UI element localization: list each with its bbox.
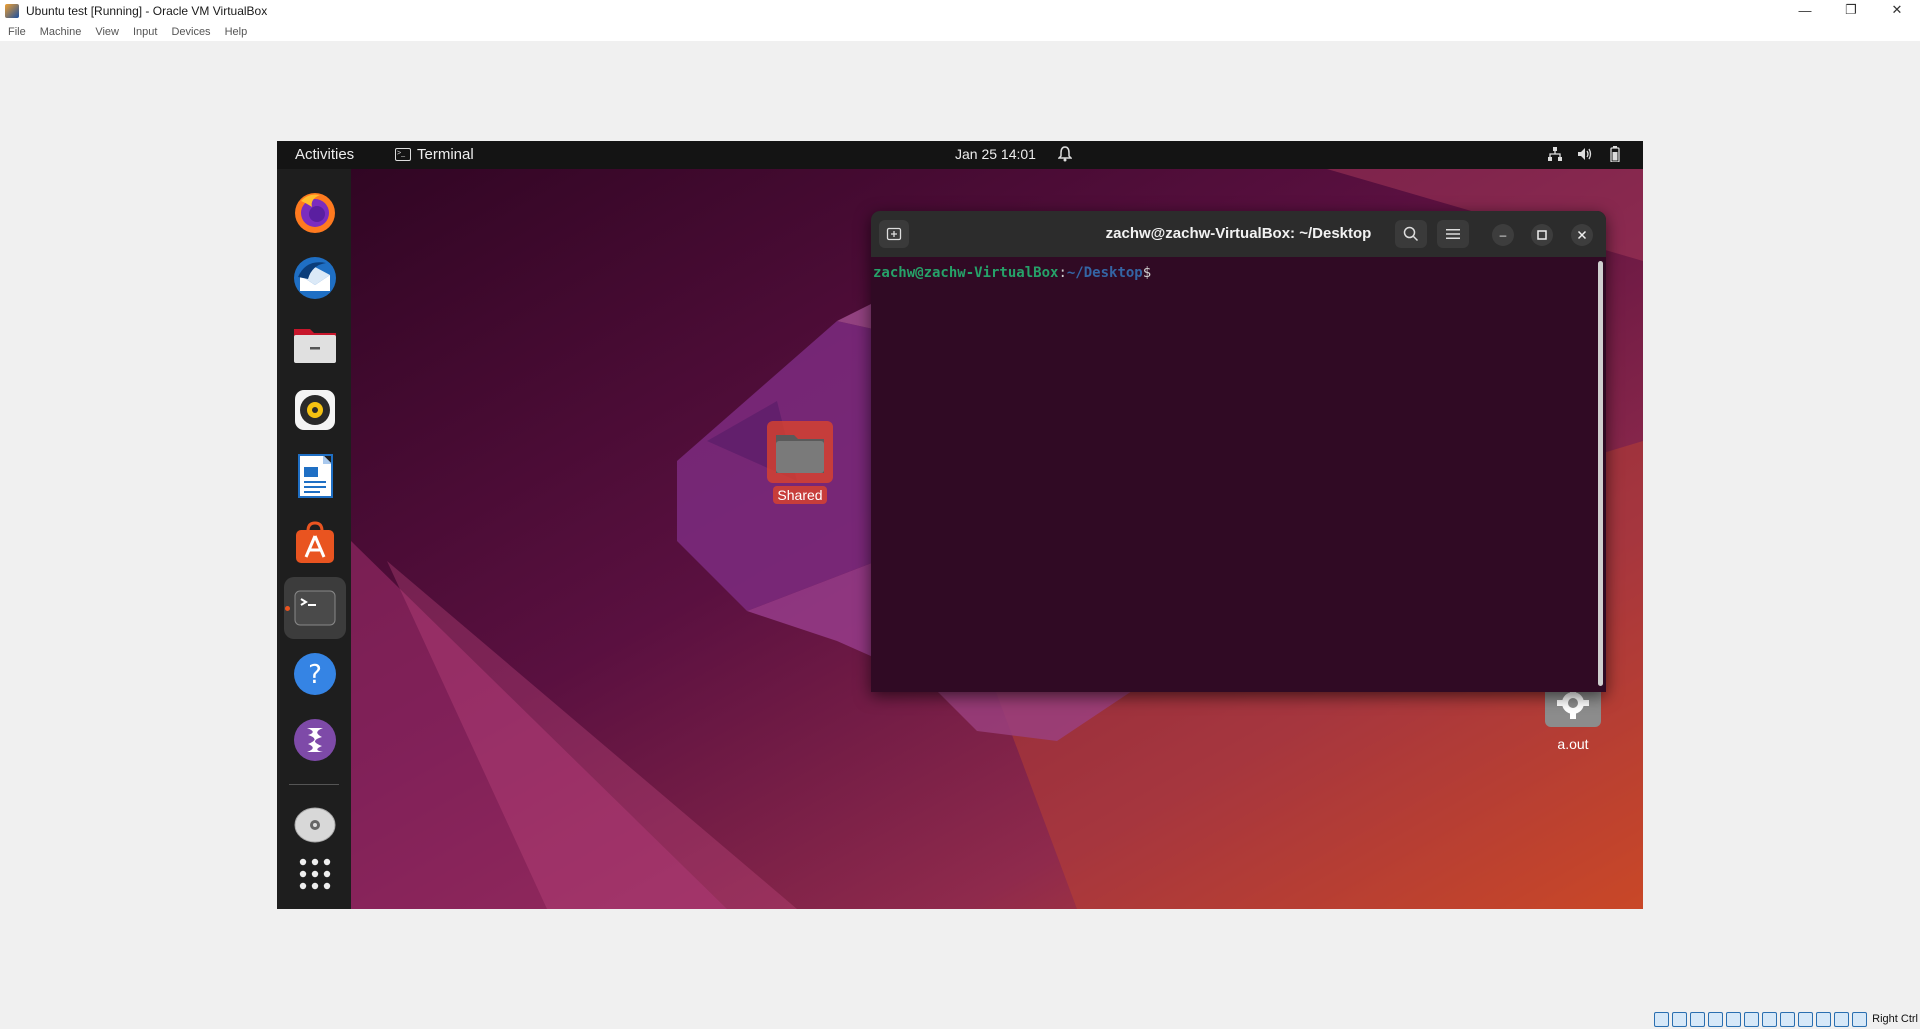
dock-item-help[interactable]: ? [284, 643, 346, 705]
menu-view[interactable]: View [88, 26, 126, 38]
clock[interactable]: Jan 25 14:01 [955, 146, 1036, 162]
folder-icon [767, 421, 833, 483]
keyboard-capture-icon[interactable] [1852, 1011, 1868, 1027]
desktop-icon-shared[interactable]: Shared [767, 421, 833, 504]
prompt-path: ~/Desktop [1066, 265, 1143, 281]
prompt-dollar: $ [1142, 265, 1152, 281]
app-center-icon [292, 519, 338, 565]
dock-item-files[interactable] [284, 313, 346, 375]
show-apps-button[interactable] [284, 843, 346, 905]
terminal-minimize-button[interactable]: – [1492, 224, 1514, 246]
terminal-close-button[interactable] [1571, 224, 1593, 246]
dock-item-writer[interactable] [284, 445, 346, 507]
terminal-window[interactable]: zachw@zachw-VirtualBox: ~/Desktop – zach… [871, 211, 1606, 692]
prompt-colon: : [1058, 265, 1067, 281]
virtualbox-icon [5, 4, 19, 18]
terminal-small-icon: >_ [395, 148, 411, 161]
restore-button[interactable]: ❐ [1828, 0, 1874, 20]
desktop-icon-label: Shared [773, 486, 827, 504]
desktop-icon-label: a.out [1557, 736, 1589, 752]
volume-icon[interactable] [1577, 146, 1593, 162]
minimize-button[interactable]: — [1782, 0, 1828, 20]
terminal-scrollbar[interactable] [1598, 261, 1603, 686]
display-icon[interactable] [1762, 1011, 1778, 1027]
show-apps-icon [292, 851, 338, 897]
dock: ? [277, 169, 351, 909]
host-statusbar: Right Ctrl [1654, 1009, 1920, 1029]
activities-button[interactable]: Activities [295, 146, 354, 163]
dock-item-app-center[interactable] [284, 511, 346, 573]
system-tray[interactable] [1547, 146, 1623, 162]
close-icon [1577, 230, 1587, 240]
rhythmbox-icon [292, 387, 338, 433]
search-button[interactable] [1395, 220, 1427, 248]
host-window-title: Ubuntu test [Running] - Oracle VM Virtua… [26, 4, 268, 18]
host-titlebar: Ubuntu test [Running] - Oracle VM Virtua… [0, 0, 1920, 22]
menu-devices[interactable]: Devices [164, 26, 217, 38]
mouse-integration-icon[interactable] [1834, 1011, 1850, 1027]
close-button[interactable]: ✕ [1874, 0, 1920, 20]
emacs-icon [292, 717, 338, 763]
menu-button[interactable] [1437, 220, 1469, 248]
vt-x-icon[interactable] [1816, 1011, 1832, 1027]
maximize-icon [1537, 230, 1547, 240]
menu-input[interactable]: Input [126, 26, 164, 38]
dock-item-emacs[interactable] [284, 709, 346, 771]
search-icon [1403, 226, 1419, 242]
host-menubar: File Machine View Input Devices Help [0, 22, 1920, 41]
dock-item-firefox[interactable] [284, 181, 346, 243]
shared-folders-icon[interactable] [1744, 1011, 1760, 1027]
dock-item-thunderbird[interactable] [284, 247, 346, 309]
dock-item-terminal[interactable] [284, 577, 346, 639]
gnome-topbar: Activities >_ Terminal Jan 25 14:01 [277, 141, 1643, 169]
audio-icon[interactable] [1690, 1011, 1706, 1027]
terminal-output[interactable]: zachw@zachw-VirtualBox:~/Desktop$ [873, 261, 1160, 281]
hamburger-menu-icon [1446, 229, 1460, 239]
libreoffice-writer-icon [292, 453, 338, 499]
hard-disk-icon[interactable] [1654, 1011, 1670, 1027]
cpu-icon[interactable] [1798, 1011, 1814, 1027]
battery-icon[interactable] [1607, 146, 1623, 162]
thunderbird-icon [292, 255, 338, 301]
terminal-headerbar[interactable]: zachw@zachw-VirtualBox: ~/Desktop – [871, 211, 1606, 257]
svg-text:?: ? [308, 660, 322, 690]
dvd-icon [292, 799, 338, 845]
network-adapter-icon[interactable] [1708, 1011, 1724, 1027]
dock-separator [289, 784, 339, 785]
help-icon: ? [292, 651, 338, 697]
app-menu[interactable]: >_ Terminal [395, 146, 474, 163]
text-cursor [1151, 261, 1160, 277]
host-window-controls: — ❐ ✕ [1782, 0, 1920, 20]
prompt-user-host: zachw@zachw-VirtualBox [873, 265, 1059, 281]
firefox-icon [292, 189, 338, 235]
menu-machine[interactable]: Machine [33, 26, 89, 38]
menu-help[interactable]: Help [218, 26, 255, 38]
network-icon[interactable] [1547, 146, 1563, 162]
app-menu-label: Terminal [417, 146, 474, 163]
files-icon [292, 321, 338, 367]
terminal-maximize-button[interactable] [1531, 224, 1553, 246]
notification-bell-icon[interactable] [1057, 146, 1073, 166]
dock-item-rhythmbox[interactable] [284, 379, 346, 441]
usb-icon[interactable] [1726, 1011, 1742, 1027]
terminal-icon [292, 585, 338, 631]
running-indicator [285, 606, 290, 611]
menu-file[interactable]: File [0, 26, 33, 38]
optical-drive-icon[interactable] [1672, 1011, 1688, 1027]
video-capture-icon[interactable] [1780, 1011, 1796, 1027]
vm-screen[interactable]: Activities >_ Terminal Jan 25 14:01 ? Sh… [277, 141, 1643, 909]
host-key-label: Right Ctrl [1872, 1013, 1918, 1025]
